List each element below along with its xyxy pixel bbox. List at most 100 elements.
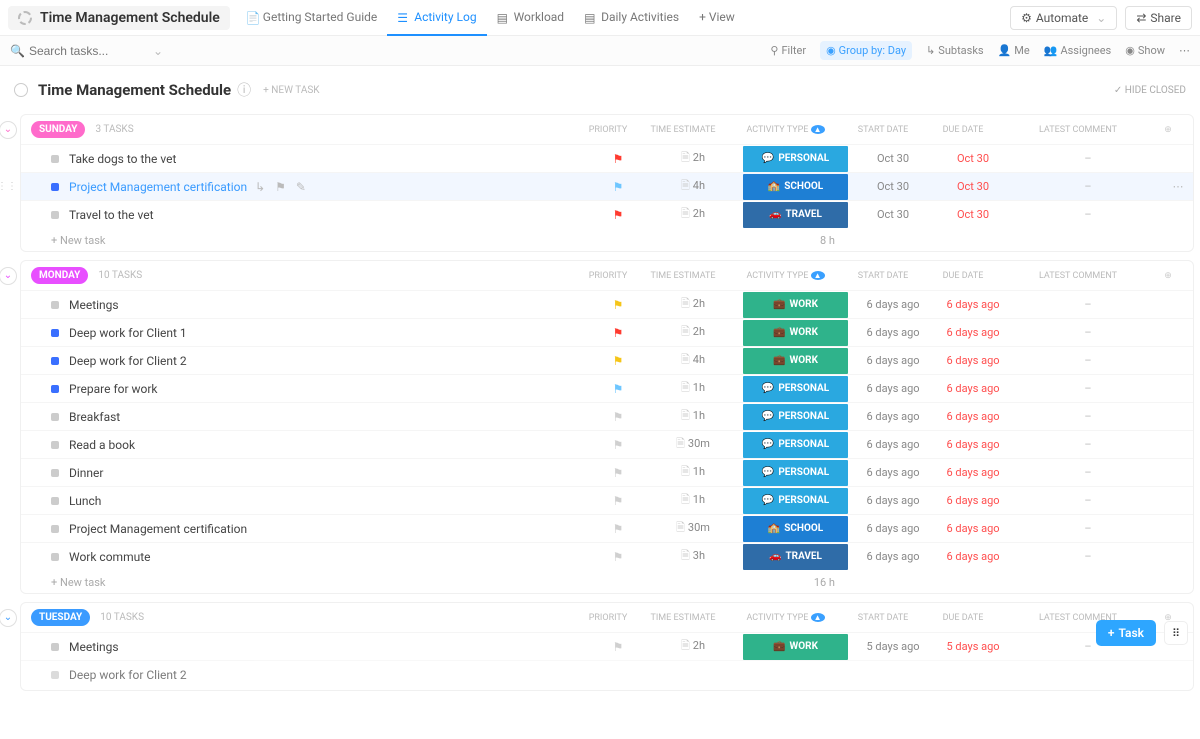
time-estimate-cell[interactable]: 🗎2h [648, 295, 738, 314]
task-name[interactable]: Deep work for Client 1 [69, 326, 588, 340]
task-name[interactable]: Project Management certification [69, 522, 588, 536]
latest-comment-cell[interactable]: – [1013, 180, 1163, 193]
col-start-date[interactable]: START DATE [843, 271, 923, 281]
priority-cell[interactable]: ⚑ [588, 522, 648, 536]
priority-cell[interactable]: ⚑ [588, 494, 648, 508]
time-estimate-cell[interactable]: 🗎2h [648, 323, 738, 342]
latest-comment-cell[interactable]: – [1013, 152, 1163, 165]
new-task-inline-button[interactable]: + New task [51, 234, 105, 247]
task-name[interactable]: Dinner [69, 466, 588, 480]
col-priority[interactable]: PRIORITY [578, 271, 638, 281]
add-column-button[interactable]: ⊕ [1153, 271, 1183, 281]
status-square[interactable] [51, 413, 59, 421]
filter-button[interactable]: ⚲ Filter [770, 44, 806, 57]
more-options-button[interactable]: ⋯ [1179, 44, 1190, 57]
priority-cell[interactable]: ⚑ [588, 180, 648, 194]
new-task-fab[interactable]: + Task [1096, 620, 1156, 646]
edit-icon[interactable]: ✎ [296, 180, 306, 194]
start-date-cell[interactable]: Oct 30 [853, 208, 933, 221]
due-date-cell[interactable]: 6 days ago [933, 550, 1013, 563]
status-square[interactable] [51, 671, 59, 679]
due-date-cell[interactable]: Oct 30 [933, 180, 1013, 193]
share-button[interactable]: ⇄ Share [1125, 6, 1192, 30]
time-estimate-cell[interactable]: 🗎2h [648, 149, 738, 168]
table-row[interactable]: Meetings ⚑ 🗎2h 💼WORK 6 days ago 6 days a… [21, 290, 1193, 318]
add-view-button[interactable]: + View [689, 0, 745, 36]
me-button[interactable]: 👤 Me [998, 44, 1030, 57]
task-name[interactable]: Read a book [69, 438, 588, 452]
due-date-cell[interactable]: 6 days ago [933, 382, 1013, 395]
task-name[interactable]: Travel to the vet [69, 208, 588, 222]
activity-type-cell[interactable]: 💼WORK [738, 320, 853, 346]
automate-button[interactable]: ⚙ Automate ⌄ [1010, 6, 1117, 30]
new-task-header-button[interactable]: + NEW TASK [263, 85, 319, 96]
start-date-cell[interactable]: 6 days ago [853, 326, 933, 339]
priority-cell[interactable]: ⚑ [588, 152, 648, 166]
start-date-cell[interactable]: 6 days ago [853, 550, 933, 563]
col-due-date[interactable]: DUE DATE [923, 271, 1003, 281]
col-priority[interactable]: PRIORITY [578, 613, 638, 623]
start-date-cell[interactable]: 5 days ago [853, 640, 933, 653]
time-estimate-cell[interactable]: 🗎3h [648, 547, 738, 566]
add-column-button[interactable]: ⊕ [1153, 125, 1183, 135]
due-date-cell[interactable]: 6 days ago [933, 438, 1013, 451]
latest-comment-cell[interactable]: – [1013, 494, 1163, 507]
table-row[interactable]: Dinner ⚑ 🗎1h 💬PERSONAL 6 days ago 6 days… [21, 458, 1193, 486]
start-date-cell[interactable]: 6 days ago [853, 410, 933, 423]
list-info-icon[interactable]: ⓘ [237, 80, 251, 100]
priority-cell[interactable]: ⚑ [588, 438, 648, 452]
task-name[interactable]: Deep work for Client 2 [69, 354, 588, 368]
due-date-cell[interactable]: 6 days ago [933, 410, 1013, 423]
start-date-cell[interactable]: 6 days ago [853, 382, 933, 395]
day-badge[interactable]: TUESDAY [31, 609, 90, 626]
task-name[interactable]: Prepare for work [69, 382, 588, 396]
subtask-icon[interactable]: ↳ [255, 180, 265, 194]
status-square[interactable] [51, 553, 59, 561]
table-row[interactable]: Work commute ⚑ 🗎3h 🚗TRAVEL 6 days ago 6 … [21, 542, 1193, 570]
priority-cell[interactable]: ⚑ [588, 354, 648, 368]
latest-comment-cell[interactable]: – [1013, 382, 1163, 395]
activity-type-cell[interactable]: 💬PERSONAL [738, 146, 853, 172]
col-due-date[interactable]: DUE DATE [923, 125, 1003, 135]
search-input[interactable] [29, 44, 149, 58]
latest-comment-cell[interactable]: – [1013, 298, 1163, 311]
time-estimate-cell[interactable]: 🗎1h [648, 463, 738, 482]
day-badge[interactable]: MONDAY [31, 267, 88, 284]
day-badge[interactable]: SUNDAY [31, 121, 85, 138]
task-name[interactable]: Work commute [69, 550, 588, 564]
due-date-cell[interactable]: 6 days ago [933, 522, 1013, 535]
activity-type-cell[interactable]: 💬PERSONAL [738, 404, 853, 430]
priority-cell[interactable]: ⚑ [588, 298, 648, 312]
latest-comment-cell[interactable]: – [1013, 550, 1163, 563]
activity-type-cell[interactable]: 💼WORK [738, 348, 853, 374]
latest-comment-cell[interactable]: – [1013, 354, 1163, 367]
assignees-button[interactable]: 👥 Assignees [1044, 44, 1112, 57]
table-row[interactable]: Deep work for Client 2 ⚑ 🗎4h 💼WORK 6 day… [21, 346, 1193, 374]
col-due-date[interactable]: DUE DATE [923, 613, 1003, 623]
latest-comment-cell[interactable]: – [1013, 208, 1163, 221]
due-date-cell[interactable]: 6 days ago [933, 326, 1013, 339]
due-date-cell[interactable]: 5 days ago [933, 640, 1013, 653]
priority-cell[interactable]: ⚑ [588, 326, 648, 340]
col-priority[interactable]: PRIORITY [578, 125, 638, 135]
status-square[interactable] [51, 357, 59, 365]
status-square[interactable] [51, 469, 59, 477]
start-date-cell[interactable]: 6 days ago [853, 494, 933, 507]
col-start-date[interactable]: START DATE [843, 613, 923, 623]
start-date-cell[interactable]: 6 days ago [853, 438, 933, 451]
col-activity-type[interactable]: ACTIVITY TYPE ▲ [728, 613, 843, 623]
time-estimate-cell[interactable]: 🗎1h [648, 491, 738, 510]
status-square[interactable] [51, 329, 59, 337]
time-estimate-cell[interactable]: 🗎1h [648, 379, 738, 398]
collapse-toggle[interactable]: ⌄ [0, 121, 17, 139]
priority-cell[interactable]: ⚑ [588, 466, 648, 480]
drag-handle-icon[interactable]: ⋮⋮ [0, 181, 17, 192]
table-row[interactable]: Lunch ⚑ 🗎1h 💬PERSONAL 6 days ago 6 days … [21, 486, 1193, 514]
due-date-cell[interactable]: 6 days ago [933, 354, 1013, 367]
apps-fab[interactable]: ⠿ [1164, 621, 1188, 645]
col-time-estimate[interactable]: TIME ESTIMATE [638, 271, 728, 281]
start-date-cell[interactable]: 6 days ago [853, 354, 933, 367]
start-date-cell[interactable]: 6 days ago [853, 298, 933, 311]
activity-type-cell[interactable]: 💬PERSONAL [738, 460, 853, 486]
task-name[interactable]: Meetings [69, 298, 588, 312]
